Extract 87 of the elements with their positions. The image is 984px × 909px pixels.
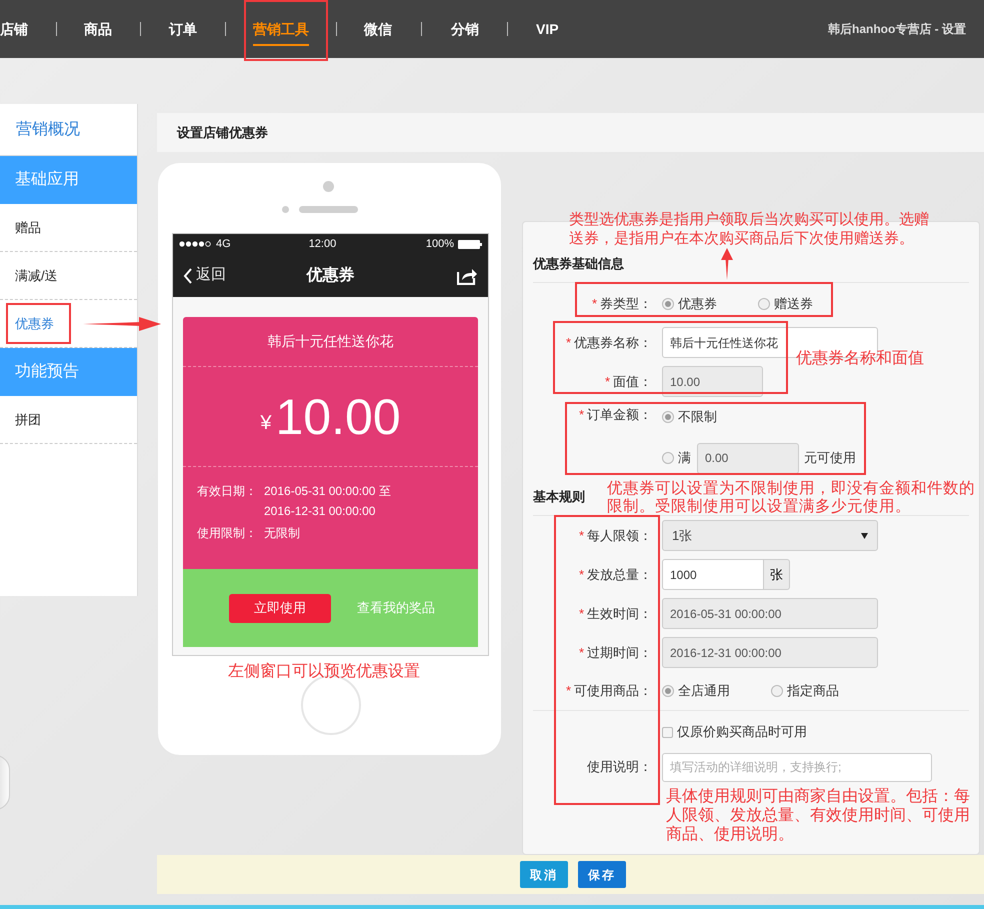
signal-icon — [179, 241, 211, 247]
validity-label: 有效日期： — [197, 483, 258, 500]
radio-option[interactable]: 指定商品 — [771, 681, 839, 701]
chevron-left-icon — [183, 268, 193, 284]
field-label: 过期时间： — [587, 644, 652, 662]
field-label: 可使用商品： — [574, 682, 652, 700]
battery-text: 100% — [426, 236, 454, 252]
speaker-icon — [299, 206, 358, 213]
radio-label: 优惠券 — [678, 294, 717, 313]
sidebar-item[interactable]: 满减/送 — [0, 252, 137, 300]
back-button[interactable]: 返回 — [183, 264, 226, 287]
required-mark: * — [566, 682, 571, 700]
sensor-icon — [282, 206, 289, 213]
radio-option[interactable]: 全店通用 — [662, 681, 730, 701]
radio-button[interactable] — [662, 685, 674, 697]
section-heading: 优惠券基础信息 — [533, 256, 624, 271]
field-label: 优惠券名称： — [574, 334, 652, 352]
radio-label: 满 — [678, 449, 691, 468]
save-button[interactable]: 保存 — [578, 861, 626, 888]
unit-addon: 张 — [764, 559, 790, 590]
share-icon[interactable] — [457, 266, 478, 284]
required-mark: * — [566, 334, 571, 352]
radio-button[interactable] — [662, 452, 674, 464]
required-mark: * — [578, 406, 584, 424]
sidebar-item[interactable]: 拼团 — [0, 396, 137, 444]
store-settings-link[interactable]: 韩后hanhoo专营店 - 设置 — [828, 20, 966, 38]
radio-option[interactable]: 满 — [662, 448, 691, 468]
radio-button[interactable] — [771, 685, 783, 697]
nav-tab[interactable]: 订单 — [169, 18, 197, 40]
radio-label: 不限制 — [678, 408, 717, 426]
coupon-name: 韩后十元任性送你花 — [183, 317, 478, 367]
input-field[interactable]: 0.00 — [697, 442, 799, 474]
camera-icon — [323, 181, 334, 192]
nav-tab[interactable]: 商品 — [84, 18, 112, 40]
annotation-note: 具体使用规则可由商家自由设置。包括：每人限领、发放总量、有效使用时间、可使用商品、使用说明。 — [666, 787, 971, 844]
annotation-note: 左侧窗口可以预览优惠设置 — [228, 662, 420, 682]
nav-tab[interactable]: VIP — [536, 18, 559, 40]
required-mark: * — [592, 294, 597, 313]
unit-label: 元可使用 — [804, 449, 856, 468]
validity-start: 2016-05-31 00:00:00 至 — [264, 483, 391, 500]
radio-option[interactable]: 不限制 — [662, 407, 856, 426]
annotation-note: 优惠券可以设置为不限制使用，即没有金额和件数的限制。受限制使用可以设置满多少元使用。 — [607, 480, 975, 516]
validity-end: 2016-12-31 00:00:00 — [264, 503, 376, 520]
sidebar-item[interactable]: 赠品 — [0, 204, 137, 252]
use-now-button[interactable]: 立即使用 — [229, 594, 331, 622]
screen-title: 优惠券 — [306, 266, 354, 286]
select-field[interactable]: 1张 — [662, 520, 878, 551]
field-label: 每人限领： — [587, 526, 652, 545]
required-mark: * — [578, 566, 584, 584]
nav-tab[interactable]: 营销工具 — [253, 18, 309, 46]
highlight-frame — [6, 303, 71, 344]
battery-icon — [458, 240, 482, 248]
dropdown-icon — [861, 532, 868, 538]
radio-label: 全店通用 — [678, 682, 730, 700]
checkbox[interactable] — [662, 726, 673, 738]
required-mark: * — [604, 372, 610, 391]
page-title: 设置店铺优惠券 — [157, 113, 984, 152]
required-mark: * — [578, 644, 584, 662]
radio-label: 指定商品 — [787, 682, 839, 700]
checkbox-option[interactable]: 仅原价购买商品时可用 — [662, 722, 807, 742]
network-label: 4G — [216, 236, 231, 252]
field-label: 券类型： — [600, 294, 652, 313]
field-label: 订单金额： — [587, 406, 652, 424]
input-field[interactable]: 1000 — [662, 559, 764, 590]
nav-tab[interactable]: 分销 — [451, 18, 479, 40]
nav-tab[interactable]: 微信 — [364, 18, 392, 40]
textarea-field[interactable]: 填写活动的详细说明，支持换行; — [662, 753, 932, 782]
section-heading: 基本规则 — [533, 489, 585, 504]
radio-button[interactable] — [758, 298, 770, 310]
field-label: 使用说明： — [587, 758, 652, 776]
radio-button[interactable] — [662, 298, 674, 310]
field-label: 发放总量： — [587, 566, 652, 584]
nav-tab[interactable]: 店铺 — [0, 18, 28, 40]
radio-option[interactable]: 优惠券 — [662, 294, 717, 314]
required-mark: * — [578, 604, 584, 623]
coupon-amount: 10.00 — [276, 392, 401, 442]
radio-option[interactable]: 赠送券 — [758, 294, 813, 314]
limit-label: 使用限制： — [197, 525, 258, 542]
field-label: 面值： — [613, 372, 652, 391]
clock-text: 12:00 — [308, 236, 336, 252]
field-label: 生效时间： — [587, 604, 652, 623]
radio-label: 赠送券 — [774, 294, 813, 313]
radio-button[interactable] — [662, 410, 674, 423]
limit-value: 无限制 — [264, 525, 300, 542]
required-mark: * — [578, 526, 584, 545]
annotation-note: 类型选优惠券是指用户领取后当次购买可以使用。选赠送券，是指用户在本次购买商品后下次使用赠送券。 — [569, 210, 930, 248]
currency-sign: ¥ — [260, 411, 272, 436]
